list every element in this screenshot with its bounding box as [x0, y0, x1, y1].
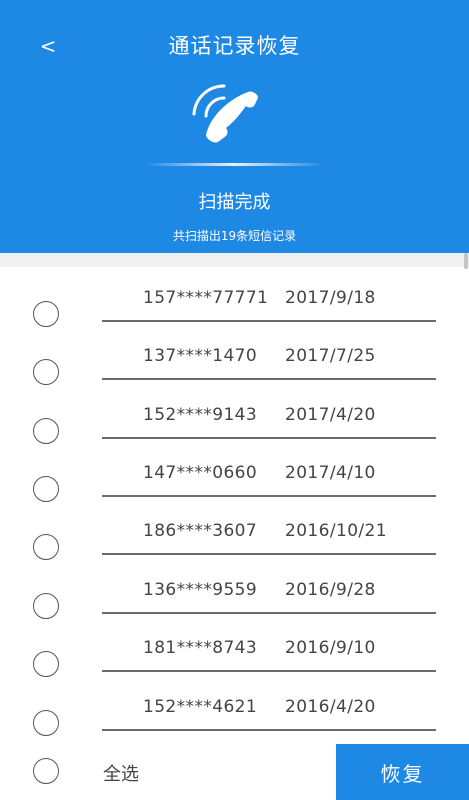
row-underline [102, 437, 436, 439]
header: < 通话记录恢复 扫描完成 共扫描出19条短信记录 [0, 0, 469, 253]
row-underline [102, 378, 436, 380]
record-date: 2016/9/28 [285, 580, 376, 600]
record-date: 2017/4/10 [285, 463, 376, 483]
list-item[interactable]: 157****77771 2017/9/18 [0, 270, 469, 328]
row-underline [102, 670, 436, 672]
page-title: 通话记录恢复 [168, 34, 301, 58]
record-checkbox[interactable] [33, 593, 59, 619]
scan-summary: 共扫描出19条短信记录 [172, 229, 297, 243]
record-phone: 181****8743 [143, 638, 258, 658]
record-date: 2017/9/18 [285, 288, 376, 308]
restore-button[interactable]: 恢复 [336, 744, 469, 800]
list-item[interactable]: 137****1470 2017/7/25 [0, 328, 469, 386]
list-item[interactable]: 181****8743 2016/9/10 [0, 620, 469, 678]
record-checkbox[interactable] [33, 710, 59, 736]
record-phone: 186****3607 [143, 521, 258, 541]
record-date: 2016/10/21 [285, 521, 387, 541]
record-checkbox[interactable] [33, 359, 59, 385]
list-top-divider [0, 253, 469, 267]
record-phone: 147****0660 [143, 463, 258, 483]
header-glow-divider [144, 163, 324, 166]
record-checkbox[interactable] [33, 534, 59, 560]
record-date: 2017/4/20 [285, 405, 376, 425]
scrollbar[interactable] [464, 253, 468, 269]
list-item[interactable]: 186****3607 2016/10/21 [0, 503, 469, 561]
list-item[interactable]: 147****0660 2017/4/10 [0, 445, 469, 503]
list-item[interactable]: 152****9143 2017/4/20 [0, 387, 469, 445]
record-checkbox[interactable] [33, 301, 59, 327]
list-item[interactable]: 152****4621 2016/4/20 [0, 679, 469, 737]
phone-call-icon [192, 84, 258, 143]
record-date: 2016/9/10 [285, 638, 376, 658]
scan-status: 扫描完成 [198, 192, 271, 213]
row-underline [102, 320, 436, 322]
record-phone: 136****9559 [143, 580, 258, 600]
record-phone: 152****4621 [143, 697, 258, 717]
record-phone: 157****77771 [143, 288, 269, 308]
list-item[interactable]: 136****9559 2016/9/28 [0, 562, 469, 620]
record-date: 2017/7/25 [285, 346, 376, 366]
record-date: 2016/4/20 [285, 697, 376, 717]
row-underline [102, 729, 436, 731]
record-checkbox[interactable] [33, 418, 59, 444]
select-all-checkbox[interactable] [33, 758, 59, 784]
record-phone: 152****9143 [143, 405, 258, 425]
select-all-label[interactable]: 全选 [103, 760, 139, 786]
record-phone: 137****1470 [143, 346, 258, 366]
record-checkbox[interactable] [33, 651, 59, 677]
row-underline [102, 612, 436, 614]
row-underline [102, 495, 436, 497]
row-underline [102, 553, 436, 555]
record-checkbox[interactable] [33, 476, 59, 502]
